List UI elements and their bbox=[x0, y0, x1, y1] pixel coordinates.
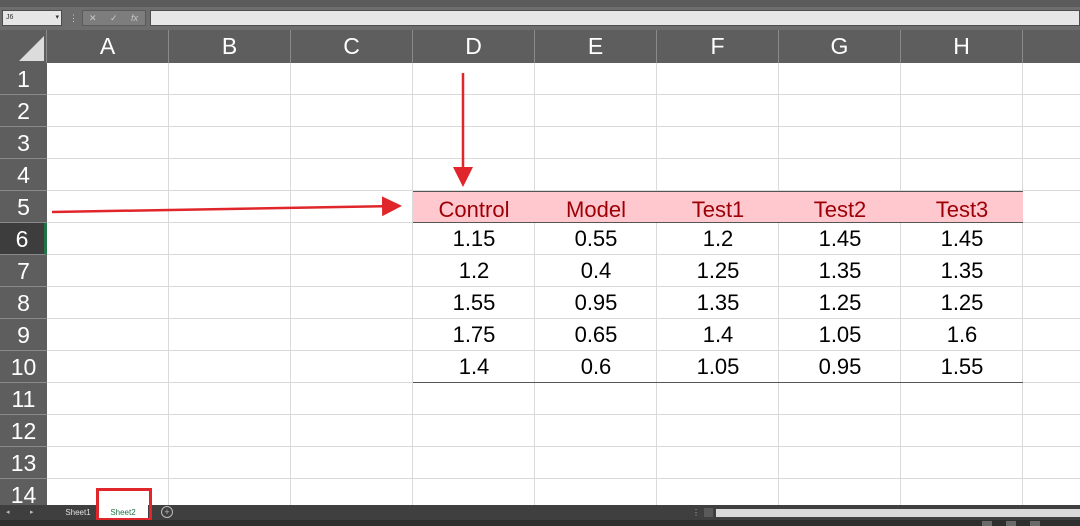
row-header-2[interactable]: 2 bbox=[0, 95, 47, 127]
gridline-horizontal bbox=[47, 158, 1080, 159]
table-cell[interactable]: 1.05 bbox=[779, 319, 901, 351]
table-cell[interactable]: 1.4 bbox=[413, 351, 535, 383]
select-all-button[interactable] bbox=[0, 30, 47, 63]
table-row: 1.4 0.6 1.05 0.95 1.55 bbox=[413, 351, 1023, 383]
row-header-1[interactable]: 1 bbox=[0, 63, 47, 95]
row-header-12[interactable]: 12 bbox=[0, 415, 47, 447]
column-header-h[interactable]: H bbox=[901, 30, 1023, 63]
table-cell[interactable]: 1.2 bbox=[657, 223, 779, 255]
table-header-cell[interactable]: Model bbox=[535, 192, 657, 224]
tab-scroll-right-icon[interactable]: ▸ bbox=[30, 505, 34, 520]
column-header-a[interactable]: A bbox=[47, 30, 169, 63]
active-tab-highlight bbox=[96, 488, 152, 521]
table-row: 1.15 0.55 1.2 1.45 1.45 bbox=[413, 223, 1023, 255]
split-handle-icon[interactable]: ⋮ bbox=[692, 505, 700, 520]
column-header-c[interactable]: C bbox=[291, 30, 413, 63]
table-cell[interactable]: 0.55 bbox=[535, 223, 657, 255]
cancel-icon[interactable]: ✕ bbox=[89, 11, 97, 25]
sheet-tab-sheet1[interactable]: Sheet1 bbox=[60, 505, 96, 520]
table-cell[interactable]: 1.45 bbox=[779, 223, 901, 255]
page-layout-icon[interactable] bbox=[1006, 521, 1016, 526]
row-header-13[interactable]: 13 bbox=[0, 447, 47, 479]
table-header-cell[interactable]: Test3 bbox=[901, 192, 1023, 224]
tab-scroll-left-icon[interactable]: ◂ bbox=[6, 505, 10, 520]
table-header-cell[interactable]: Control bbox=[413, 192, 535, 224]
table-cell[interactable]: 0.4 bbox=[535, 255, 657, 287]
name-box-value: J6 bbox=[6, 14, 14, 21]
normal-view-icon[interactable] bbox=[982, 521, 992, 526]
column-header-bar: ABCDEFGH bbox=[0, 30, 1080, 63]
add-sheet-icon[interactable]: + bbox=[161, 506, 173, 518]
table-row: 1.75 0.65 1.4 1.05 1.6 bbox=[413, 319, 1023, 351]
row-header-11[interactable]: 11 bbox=[0, 383, 47, 415]
name-box[interactable]: J6 ▾ bbox=[2, 10, 62, 26]
select-all-icon bbox=[19, 36, 44, 61]
row-header-4[interactable]: 4 bbox=[0, 159, 47, 191]
row-header-6[interactable]: 6 bbox=[0, 223, 47, 255]
more-icon: ⋮ bbox=[69, 13, 78, 23]
table-cell[interactable]: 1.2 bbox=[413, 255, 535, 287]
gridline-horizontal bbox=[47, 478, 1080, 479]
column-header-g[interactable]: G bbox=[779, 30, 901, 63]
table-cell[interactable]: 1.35 bbox=[657, 287, 779, 319]
column-header-b[interactable]: B bbox=[169, 30, 291, 63]
row-header-3[interactable]: 3 bbox=[0, 127, 47, 159]
formula-buttons: ✕ ✓ fx bbox=[82, 10, 146, 26]
table-cell[interactable]: 1.4 bbox=[657, 319, 779, 351]
column-header-d[interactable]: D bbox=[413, 30, 535, 63]
table-cell[interactable]: 1.15 bbox=[413, 223, 535, 255]
gridline-vertical bbox=[168, 63, 169, 505]
chevron-down-icon[interactable]: ▾ bbox=[55, 11, 59, 25]
scroll-left-button[interactable] bbox=[704, 508, 713, 517]
row-header-9[interactable]: 9 bbox=[0, 319, 47, 351]
table-cell[interactable]: 1.55 bbox=[413, 287, 535, 319]
table-cell[interactable]: 1.25 bbox=[657, 255, 779, 287]
table-row: 1.55 0.95 1.35 1.25 1.25 bbox=[413, 287, 1023, 319]
table-cell[interactable]: 0.95 bbox=[779, 351, 901, 383]
table-header-cell[interactable]: Test1 bbox=[657, 192, 779, 224]
page-break-icon[interactable] bbox=[1030, 521, 1040, 526]
row-header-bar: 1 2 3 4 5 6 7 8 9 10 11 12 13 14 bbox=[0, 63, 47, 511]
sheet-tab-bar: ◂ ▸ Sheet1 Sheet2 + ⋮ bbox=[0, 505, 1080, 520]
gridline-horizontal bbox=[47, 446, 1080, 447]
table-cell[interactable]: 0.6 bbox=[535, 351, 657, 383]
table-cell[interactable]: 1.35 bbox=[901, 255, 1023, 287]
horizontal-scrollbar[interactable] bbox=[716, 509, 1080, 517]
status-bar bbox=[0, 520, 1080, 526]
gridline-horizontal bbox=[47, 126, 1080, 127]
table-cell[interactable]: 1.35 bbox=[779, 255, 901, 287]
insert-function-icon[interactable]: fx bbox=[131, 11, 138, 25]
gridline-horizontal bbox=[47, 414, 1080, 415]
table-cell[interactable]: 1.05 bbox=[657, 351, 779, 383]
row-header-7[interactable]: 7 bbox=[0, 255, 47, 287]
column-header-f[interactable]: F bbox=[657, 30, 779, 63]
row-header-10[interactable]: 10 bbox=[0, 351, 47, 383]
table-cell[interactable]: 1.25 bbox=[901, 287, 1023, 319]
table-cell[interactable]: 1.55 bbox=[901, 351, 1023, 383]
table-cell[interactable]: 1.6 bbox=[901, 319, 1023, 351]
table-cell[interactable]: 1.45 bbox=[901, 223, 1023, 255]
table-cell[interactable]: 0.65 bbox=[535, 319, 657, 351]
row-header-8[interactable]: 8 bbox=[0, 287, 47, 319]
table-cell[interactable]: 0.95 bbox=[535, 287, 657, 319]
table-cell[interactable]: 1.75 bbox=[413, 319, 535, 351]
row-header-5[interactable]: 5 bbox=[0, 191, 47, 223]
gridline-horizontal bbox=[47, 94, 1080, 95]
table-bottom-border bbox=[413, 382, 1023, 383]
table-row: 1.2 0.4 1.25 1.35 1.35 bbox=[413, 255, 1023, 287]
enter-icon[interactable]: ✓ bbox=[110, 11, 118, 25]
formula-bar: J6 ▾ ⋮ ✕ ✓ fx bbox=[0, 7, 1080, 30]
title-strip bbox=[0, 0, 1080, 7]
column-header-e[interactable]: E bbox=[535, 30, 657, 63]
table-cell[interactable]: 1.25 bbox=[779, 287, 901, 319]
gridline-vertical bbox=[290, 63, 291, 505]
table-header-cell[interactable]: Test2 bbox=[779, 192, 901, 224]
table-header-row: Control Model Test1 Test2 Test3 bbox=[413, 191, 1023, 223]
formula-input[interactable] bbox=[150, 10, 1080, 26]
